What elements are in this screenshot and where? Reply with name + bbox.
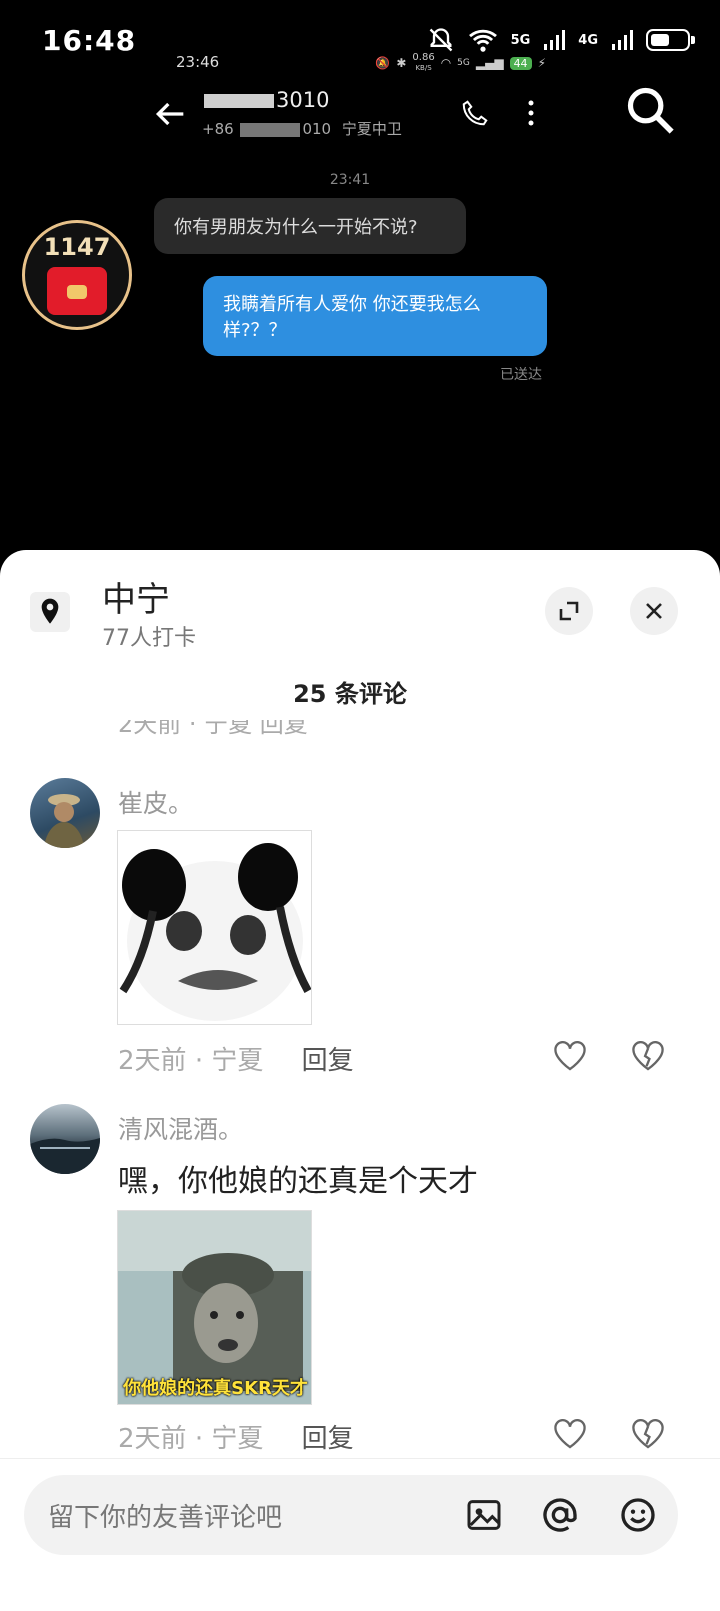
comment-list[interactable]: 2天前 · 宁夏 回复 崔皮。 2天前 · 宁夏 回复 清风混酒。 嘿，你他娘的… [0,720,720,1454]
comment-username[interactable]: 崔皮。 [118,784,193,820]
checkin-count: 77人打卡 [102,626,196,651]
inner-speed: 0.86 KB/S [412,52,435,73]
location-comments-sheet: 中宁 77人打卡 25 条评论 2天前 · 宁夏 回复 崔皮。 2天前 · 宁夏… [0,550,720,1610]
delivery-status: 已送达 [500,367,542,383]
inner-status-time: 23:46 [176,53,220,71]
phone-icon[interactable] [460,98,490,128]
contact-name: 3010 [202,88,329,112]
heart-icon[interactable] [552,1040,588,1072]
comment-meta: 2天前 · 宁夏 回复 [118,1424,354,1454]
red-envelope-seal [67,285,87,299]
red-packet-count: 1147 [43,233,111,261]
comment-meme-image[interactable]: 你他娘的还真SKR天才 [117,1210,312,1405]
battery-icon [646,29,695,51]
signal-5g-icon [544,30,566,50]
search-icon[interactable] [624,84,676,136]
comment-time: 2天前 [118,1046,187,1076]
signal-4g-icon [612,30,633,50]
chat-header: 3010 +86 010 宁夏中卫 [150,86,570,146]
broken-heart-icon[interactable] [630,1418,666,1450]
location-pin-icon [30,592,70,632]
comment-text: 嘿，你他娘的还真是个天才 [118,1164,478,1199]
comment-region: 宁夏 [211,1424,264,1454]
message-time: 23:41 [329,172,371,188]
expand-icon [559,601,579,621]
emoji-icon[interactable] [618,1495,658,1535]
status-icons: 5G 4G [427,26,695,54]
comment-username[interactable]: 清风混酒。 [118,1110,243,1146]
network-4g-label: 4G [578,32,598,48]
inner-wifi-icon: ◠ [440,56,452,70]
inner-mute-icon: 🔕 [375,56,391,70]
avatar[interactable] [30,778,100,848]
expand-button[interactable] [545,587,593,635]
comment-input-bar: 留下你的友善评论吧 [0,1458,720,1611]
inner-bluetooth-icon: ✱ [396,56,407,70]
reply-button[interactable]: 回复 [302,1424,354,1454]
partial-comment-meta: 2天前 · 宁夏 回复 [118,720,308,738]
at-icon[interactable] [540,1495,580,1535]
comment-region: 宁夏 [211,1046,264,1076]
red-packet-widget[interactable]: 1147 [22,220,132,330]
contact-subtitle: +86 010 宁夏中卫 [202,120,402,138]
comment-input-placeholder: 留下你的友善评论吧 [48,1503,283,1533]
inner-network-label: 5G [457,58,470,68]
status-time: 16:48 [42,24,137,57]
comment-meta: 2天前 · 宁夏 回复 [118,1046,354,1076]
inner-status-bar: 23:46 🔕 ✱ 0.86 KB/S ◠ 5G ▂▄▆ 44 ⚡ [176,52,546,76]
reply-button[interactable]: 回复 [302,1046,354,1076]
comment-time: 2天前 [118,1424,187,1454]
network-5g-label: 5G [510,32,531,48]
close-icon [646,603,662,619]
outgoing-message-bubble[interactable]: 我瞒着所有人爱你 你还要我怎么样?？？ [203,276,547,356]
inner-status-icons: 🔕 ✱ 0.86 KB/S ◠ 5G ▂▄▆ 44 ⚡ [375,53,546,73]
image-icon[interactable] [464,1495,504,1535]
comment-count: 25 条评论 [293,680,407,708]
more-vertical-icon[interactable] [525,98,537,128]
meme-caption: 你他娘的还真SKR天才 [123,1378,308,1399]
inner-battery: 44 [509,56,532,70]
location-title: 中宁 [102,580,170,620]
incoming-message-bubble[interactable]: 你有男朋友为什么一开始不说? [154,198,466,254]
redacted-block [240,122,301,137]
heart-icon[interactable] [552,1418,588,1450]
avatar[interactable] [30,1104,100,1174]
inner-charging-icon: ⚡ [537,56,546,70]
inner-signal-icon: ▂▄▆ [475,56,504,70]
back-arrow-icon[interactable] [150,94,190,134]
close-button[interactable] [630,587,678,635]
broken-heart-icon[interactable] [630,1040,666,1072]
comment-input[interactable]: 留下你的友善评论吧 [24,1475,678,1555]
comment-sticker-panda[interactable] [117,830,312,1025]
wifi-icon [468,29,497,52]
mute-bell-icon [429,28,452,52]
redacted-block [204,94,274,108]
